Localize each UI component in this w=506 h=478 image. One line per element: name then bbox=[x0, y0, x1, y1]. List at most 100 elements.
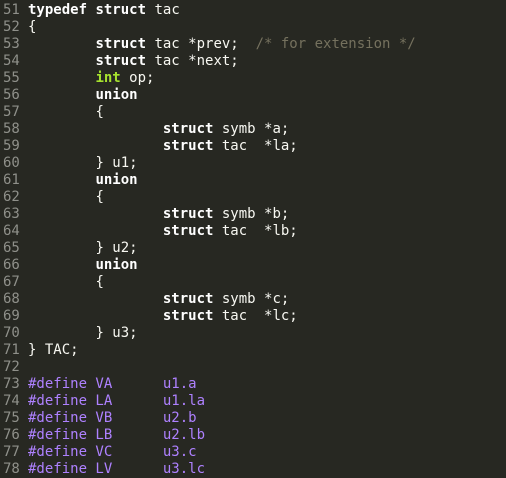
code-text: int op; bbox=[28, 70, 154, 87]
code-line[interactable]: 61 union bbox=[0, 172, 506, 189]
line-number: 52 bbox=[3, 19, 20, 35]
keyword-token: struct bbox=[162, 308, 214, 324]
keyword-token: typedef bbox=[28, 2, 88, 18]
code-line[interactable]: 77 #define VC u3.c bbox=[0, 444, 506, 461]
indent-token bbox=[28, 87, 95, 103]
indent-token bbox=[28, 325, 95, 341]
code-line[interactable]: 66 union bbox=[0, 257, 506, 274]
code-text: #define VB u2.b bbox=[28, 410, 197, 427]
line-number: 65 bbox=[3, 240, 20, 256]
code-token: } TAC; bbox=[28, 342, 79, 358]
code-line[interactable]: 51 typedef struct tac bbox=[0, 2, 506, 19]
preprocessor-token: #define VB u2.b bbox=[28, 410, 197, 426]
code-line[interactable]: 57 { bbox=[0, 104, 506, 121]
code-line[interactable]: 52 { bbox=[0, 19, 506, 36]
code-text: } u1; bbox=[28, 155, 137, 172]
preprocessor-token: #define LB u2.lb bbox=[28, 427, 206, 443]
code-line[interactable]: 76 #define LB u2.lb bbox=[0, 427, 506, 444]
keyword-token: struct bbox=[95, 53, 147, 69]
code-line[interactable]: 74 #define LA u1.la bbox=[0, 393, 506, 410]
line-number: 66 bbox=[3, 257, 20, 273]
indent-token bbox=[28, 138, 163, 154]
code-text: struct symb *b; bbox=[28, 206, 289, 223]
keyword-token: struct bbox=[95, 36, 147, 52]
preprocessor-token: #define VA u1.a bbox=[28, 376, 197, 392]
preprocessor-token: #define LA u1.la bbox=[28, 393, 206, 409]
line-number: 58 bbox=[3, 121, 20, 137]
line-number: 74 bbox=[3, 393, 20, 409]
code-token: { bbox=[95, 189, 104, 205]
code-text: union bbox=[28, 257, 138, 274]
code-text: struct symb *a; bbox=[28, 121, 289, 138]
indent-token bbox=[28, 121, 163, 137]
line-number: 54 bbox=[3, 53, 20, 69]
line-number: 57 bbox=[3, 104, 20, 120]
line-number: 76 bbox=[3, 427, 20, 443]
line-number: 51 bbox=[3, 2, 20, 18]
line-number: 64 bbox=[3, 223, 20, 239]
code-line[interactable]: 59 struct tac *la; bbox=[0, 138, 506, 155]
keyword-token: union bbox=[95, 87, 138, 103]
code-text: struct tac *next; bbox=[28, 53, 238, 70]
code-line[interactable]: 56 union bbox=[0, 87, 506, 104]
code-token: tac *la; bbox=[213, 138, 298, 154]
indent-token bbox=[28, 172, 95, 188]
code-line[interactable]: 64 struct tac *lb; bbox=[0, 223, 506, 240]
code-line[interactable]: 58 struct symb *a; bbox=[0, 121, 506, 138]
code-line[interactable]: 75 #define VB u2.b bbox=[0, 410, 506, 427]
code-text: #define VC u3.c bbox=[28, 444, 197, 461]
preprocessor-token: #define LV u3.lc bbox=[28, 461, 206, 477]
code-text: } TAC; bbox=[28, 342, 79, 359]
preprocessor-token: #define VC u3.c bbox=[28, 444, 197, 460]
code-text: { bbox=[28, 19, 36, 36]
code-line[interactable]: 71 } TAC; bbox=[0, 342, 506, 359]
line-number: 55 bbox=[3, 70, 20, 86]
code-line[interactable]: 73 #define VA u1.a bbox=[0, 376, 506, 393]
code-text: union bbox=[28, 172, 137, 189]
code-text: struct tac *la; bbox=[28, 138, 298, 155]
code-text: struct symb *c; bbox=[28, 291, 289, 308]
code-line[interactable]: 69 struct tac *lc; bbox=[0, 308, 506, 325]
code-text: #define LB u2.lb bbox=[28, 427, 205, 444]
keyword-token: struct bbox=[162, 206, 214, 222]
code-token: tac *prev; bbox=[146, 36, 256, 52]
code-line[interactable]: 68 struct symb *c; bbox=[0, 291, 506, 308]
code-text: { bbox=[28, 104, 103, 121]
keyword-token: struct bbox=[162, 138, 214, 154]
comment-token: /* for extension */ bbox=[255, 36, 416, 52]
code-token: { bbox=[28, 19, 37, 35]
code-token: { bbox=[95, 274, 104, 290]
code-line[interactable]: 62 { bbox=[0, 189, 506, 206]
line-number: 78 bbox=[3, 461, 20, 477]
code-line[interactable]: 78 #define LV u3.lc bbox=[0, 461, 506, 478]
code-line[interactable]: 63 struct symb *b; bbox=[0, 206, 506, 223]
code-line[interactable]: 70 } u3; bbox=[0, 325, 506, 342]
code-text: #define VA u1.a bbox=[28, 376, 197, 393]
code-line[interactable]: 54 struct tac *next; bbox=[0, 53, 506, 70]
indent-token bbox=[28, 70, 95, 86]
code-text: struct tac *lc; bbox=[28, 308, 298, 325]
code-line[interactable]: 60 } u1; bbox=[0, 155, 506, 172]
keyword-token: union bbox=[95, 257, 138, 273]
indent-token bbox=[28, 223, 163, 239]
code-line[interactable]: 65 } u2; bbox=[0, 240, 506, 257]
line-number: 71 bbox=[3, 342, 20, 358]
code-text: union bbox=[28, 87, 138, 104]
code-text: #define LA u1.la bbox=[28, 393, 205, 410]
code-token: tac bbox=[146, 2, 180, 18]
line-number: 72 bbox=[3, 359, 20, 375]
code-token: symb *a; bbox=[213, 121, 290, 137]
keyword-token: struct bbox=[162, 291, 214, 307]
line-number: 62 bbox=[3, 189, 20, 205]
code-token: op; bbox=[120, 70, 155, 86]
line-number: 59 bbox=[3, 138, 20, 154]
code-line[interactable]: 55 int op; bbox=[0, 70, 506, 87]
code-line[interactable]: 53 struct tac *prev; /* for extension */ bbox=[0, 36, 506, 53]
code-line[interactable]: 67 { bbox=[0, 274, 506, 291]
code-token: symb *c; bbox=[213, 291, 290, 307]
code-line[interactable]: 72 bbox=[0, 359, 506, 376]
line-number: 73 bbox=[3, 376, 20, 392]
code-editor[interactable]: 51 typedef struct tac 52 {53 struct tac *pr… bbox=[0, 0, 506, 477]
indent-token bbox=[28, 274, 95, 290]
indent-token bbox=[28, 104, 95, 120]
